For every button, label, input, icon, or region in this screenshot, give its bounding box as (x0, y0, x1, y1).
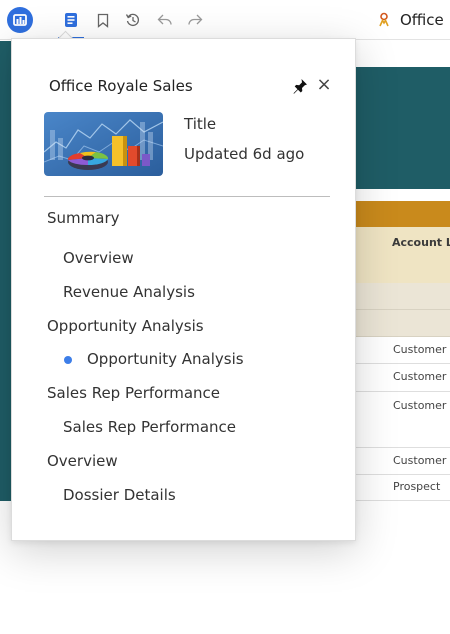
table-cell: Customer (393, 454, 447, 467)
toc-page-opportunity-analysis[interactable]: Opportunity Analysis (87, 350, 244, 368)
dossier-name: Office Royale Sales (49, 77, 193, 95)
dossier-title-group[interactable]: Office (378, 9, 444, 31)
divider (44, 196, 330, 197)
dossier-updated-time: Updated 6d ago (184, 145, 305, 163)
table-cell: Customer (393, 343, 447, 356)
bookmark-icon[interactable] (92, 9, 114, 31)
undo-icon[interactable] (154, 9, 176, 31)
person-icon (379, 12, 389, 27)
toc-panel: Office Royale Sales × Title Updated 6d a… (11, 38, 356, 541)
reset-icon[interactable] (122, 9, 144, 31)
dossier-thumbnail (44, 112, 163, 176)
dossier-meta-title: Title (184, 115, 217, 133)
toc-chapter-opportunity-analysis[interactable]: Opportunity Analysis (47, 317, 204, 335)
table-cell: Prospect (393, 480, 441, 493)
toc-page-overview[interactable]: Overview (63, 249, 134, 267)
toc-page-revenue-analysis[interactable]: Revenue Analysis (63, 283, 195, 301)
app-logo-icon[interactable] (7, 7, 33, 33)
current-page-indicator (64, 356, 72, 364)
close-icon[interactable]: × (315, 75, 333, 95)
toc-chapter-sales-rep-performance[interactable]: Sales Rep Performance (47, 384, 220, 402)
column-header-account-level: Account Le (392, 236, 450, 249)
toc-chapter-summary[interactable]: Summary (47, 209, 120, 227)
redo-icon[interactable] (184, 9, 206, 31)
dossier-title: Office (400, 11, 444, 29)
table-cell: Customer (393, 370, 447, 383)
table-cell: Customer (393, 399, 447, 412)
pin-icon[interactable] (291, 77, 309, 95)
toc-page-dossier-details[interactable]: Dossier Details (63, 486, 176, 504)
toc-page-sales-rep-performance[interactable]: Sales Rep Performance (63, 418, 236, 436)
toc-icon[interactable] (58, 9, 84, 39)
toc-chapter-overview[interactable]: Overview (47, 452, 118, 470)
